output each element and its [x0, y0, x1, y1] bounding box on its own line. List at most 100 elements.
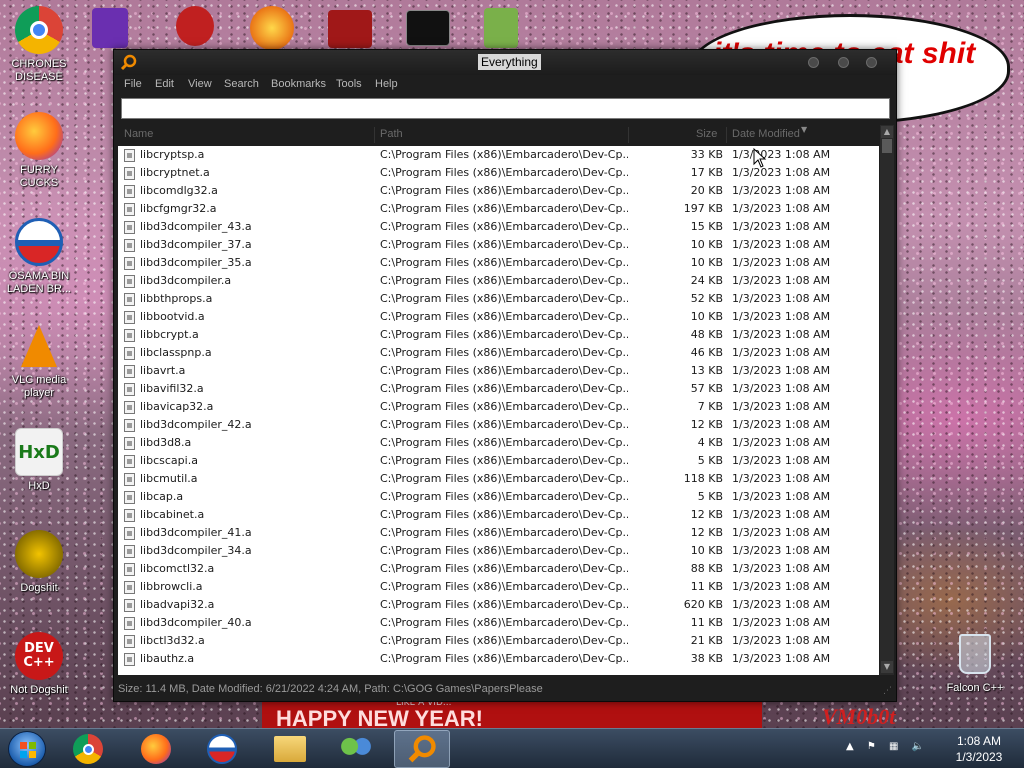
resize-grip-icon[interactable]: ⋰ — [883, 686, 892, 696]
table-row[interactable]: libd3dcompiler.a C:\Program Files (x86)\E… — [118, 272, 879, 290]
table-row[interactable]: libcabinet.a C:\Program Files (x86)\Embar… — [118, 506, 879, 524]
desktop-icon-firefox[interactable]: FURRY CUCKS — [0, 112, 78, 190]
table-row[interactable]: libd3dcompiler_34.a C:\Program Files (x86… — [118, 542, 879, 560]
column-divider[interactable] — [726, 127, 727, 143]
table-row[interactable]: libd3dcompiler_43.a C:\Program Files (x86… — [118, 218, 879, 236]
table-row[interactable]: libavrt.a C:\Program Files (x86)\Embarcad… — [118, 362, 879, 380]
scrollbar-thumb[interactable] — [882, 139, 892, 153]
table-row[interactable]: libcomctl32.a C:\Program Files (x86)\Emba… — [118, 560, 879, 578]
scroll-down-arrow-icon[interactable]: ▼ — [881, 661, 893, 673]
menu-edit[interactable]: Edit — [155, 78, 174, 90]
minimize-button[interactable] — [808, 57, 819, 68]
cell-date-modified: 1/3/2023 1:08 AM — [732, 148, 831, 161]
desktop-icon-label: CHRONES DISEASE — [11, 58, 67, 83]
cell-name: libd3dcompiler_35.a — [140, 256, 252, 269]
column-header-size[interactable]: Size — [696, 128, 717, 140]
hxd-icon: HxD — [15, 428, 63, 476]
table-row[interactable]: libcmutil.a C:\Program Files (x86)\Embarc… — [118, 470, 879, 488]
file-icon — [124, 257, 135, 270]
vertical-scrollbar[interactable]: ▲ ▼ — [880, 125, 894, 675]
table-row[interactable]: libcfgmgr32.a C:\Program Files (x86)\Emba… — [118, 200, 879, 218]
taskbar-everything[interactable] — [394, 730, 450, 768]
top-app-icon-red[interactable] — [328, 10, 374, 48]
flag-icon[interactable]: ⚑ — [867, 741, 876, 752]
table-row[interactable]: libadvapi32.a C:\Program Files (x86)\Emba… — [118, 596, 879, 614]
table-row[interactable]: libd3dcompiler_42.a C:\Program Files (x86… — [118, 416, 879, 434]
desktop-icon-obama[interactable]: OSAMA BIN LADEN BR... — [0, 218, 78, 296]
table-row[interactable]: libbcrypt.a C:\Program Files (x86)\Embarc… — [118, 326, 879, 344]
taskbar-obama[interactable] — [194, 730, 250, 768]
menu-file[interactable]: File — [124, 78, 142, 90]
cell-date-modified: 1/3/2023 1:08 AM — [732, 526, 831, 539]
desktop-icon-recycle-bin[interactable]: Falcon C++ — [936, 630, 1014, 695]
obama-logo-icon — [207, 734, 237, 764]
cell-date-modified: 1/3/2023 1:08 AM — [732, 382, 831, 395]
everything-app-icon — [408, 735, 436, 763]
table-row[interactable]: libavicap32.a C:\Program Files (x86)\Emba… — [118, 398, 879, 416]
desktop-icon-dogshit[interactable]: Dogshit — [0, 530, 78, 595]
desktop-icon-chrome[interactable]: CHRONES DISEASE — [0, 6, 78, 84]
cell-size: 20 KB — [690, 184, 723, 197]
cell-date-modified: 1/3/2023 1:08 AM — [732, 508, 831, 521]
taskbar-chrome[interactable] — [60, 730, 116, 768]
menu-search[interactable]: Search — [224, 78, 259, 90]
column-header-name[interactable]: Name — [124, 128, 153, 140]
table-row[interactable]: libcap.a C:\Program Files (x86)\Embarcade… — [118, 488, 879, 506]
file-icon — [124, 581, 135, 594]
table-row[interactable]: libd3dcompiler_35.a C:\Program Files (x86… — [118, 254, 879, 272]
taskbar-firefox[interactable] — [128, 730, 184, 768]
cell-size: 10 KB — [690, 310, 723, 323]
desktop-icon-visual-studio[interactable] — [92, 8, 132, 48]
search-input[interactable] — [121, 98, 890, 119]
taskbar-file-explorer[interactable] — [262, 730, 318, 768]
table-row[interactable]: libcomdlg32.a C:\Program Files (x86)\Emba… — [118, 182, 879, 200]
top-app-icon-cmd[interactable] — [406, 10, 452, 46]
table-row[interactable]: libctl3d32.a C:\Program Files (x86)\Embar… — [118, 632, 879, 650]
cell-date-modified: 1/3/2023 1:08 AM — [732, 274, 831, 287]
desktop-icon-vlc[interactable]: VLC media player — [0, 322, 78, 400]
menu-help[interactable]: Help — [375, 78, 398, 90]
table-row[interactable]: libcscapi.a C:\Program Files (x86)\Embarc… — [118, 452, 879, 470]
taskbar-network-app[interactable] — [328, 730, 384, 768]
table-row[interactable]: libd3d8.a C:\Program Files (x86)\Embarcad… — [118, 434, 879, 452]
file-icon — [124, 167, 135, 180]
title-bar[interactable]: Everything — [114, 50, 896, 75]
network-icon[interactable]: ▦ — [889, 741, 898, 752]
table-row[interactable]: libd3dcompiler_40.a C:\Program Files (x86… — [118, 614, 879, 632]
file-icon — [124, 275, 135, 288]
column-header-path[interactable]: Path — [380, 128, 403, 140]
table-row[interactable]: libd3dcompiler_41.a C:\Program Files (x86… — [118, 524, 879, 542]
scroll-up-arrow-icon[interactable]: ▲ — [881, 126, 893, 138]
cell-name: libcap.a — [140, 490, 184, 503]
column-header-date-modified[interactable]: Date Modified — [732, 128, 800, 140]
table-row[interactable]: libbootvid.a C:\Program Files (x86)\Embar… — [118, 308, 879, 326]
start-button[interactable] — [8, 731, 46, 767]
top-app-icon-2[interactable] — [176, 6, 216, 46]
desktop-icon-devcpp[interactable]: DEV C++ Not Dogshit — [0, 632, 78, 697]
column-divider[interactable] — [374, 127, 375, 143]
column-divider[interactable] — [628, 127, 629, 143]
cell-date-modified: 1/3/2023 1:08 AM — [732, 310, 831, 323]
close-button[interactable] — [866, 57, 877, 68]
top-app-icon-book[interactable] — [484, 8, 524, 48]
maximize-button[interactable] — [838, 57, 849, 68]
cell-size: 48 KB — [690, 328, 723, 341]
desktop-icon-label: HxD — [28, 480, 50, 492]
menu-view[interactable]: View — [188, 78, 212, 90]
table-row[interactable]: libbrowcli.a C:\Program Files (x86)\Embar… — [118, 578, 879, 596]
table-row[interactable]: libbthprops.a C:\Program Files (x86)\Emba… — [118, 290, 879, 308]
results-list[interactable]: libcryptsp.a C:\Program Files (x86)\Embar… — [118, 146, 879, 675]
table-row[interactable]: libauthz.a C:\Program Files (x86)\Embarca… — [118, 650, 879, 668]
table-row[interactable]: libclasspnp.a C:\Program Files (x86)\Emba… — [118, 344, 879, 362]
cell-size: 38 KB — [690, 652, 723, 665]
menu-bookmarks[interactable]: Bookmarks — [271, 78, 326, 90]
top-app-icon-p[interactable] — [250, 6, 298, 50]
menu-tools[interactable]: Tools — [336, 78, 362, 90]
volume-icon[interactable]: 🔈 — [912, 741, 924, 752]
clock[interactable]: 1:08 AM 1/3/2023 — [944, 733, 1014, 765]
table-row[interactable]: libd3dcompiler_37.a C:\Program Files (x86… — [118, 236, 879, 254]
desktop-icon-hxd[interactable]: HxD HxD — [0, 428, 78, 493]
cell-name: libbcrypt.a — [140, 328, 199, 341]
show-hidden-icons-icon[interactable]: ▲ — [846, 741, 854, 752]
table-row[interactable]: libavifil32.a C:\Program Files (x86)\Emba… — [118, 380, 879, 398]
